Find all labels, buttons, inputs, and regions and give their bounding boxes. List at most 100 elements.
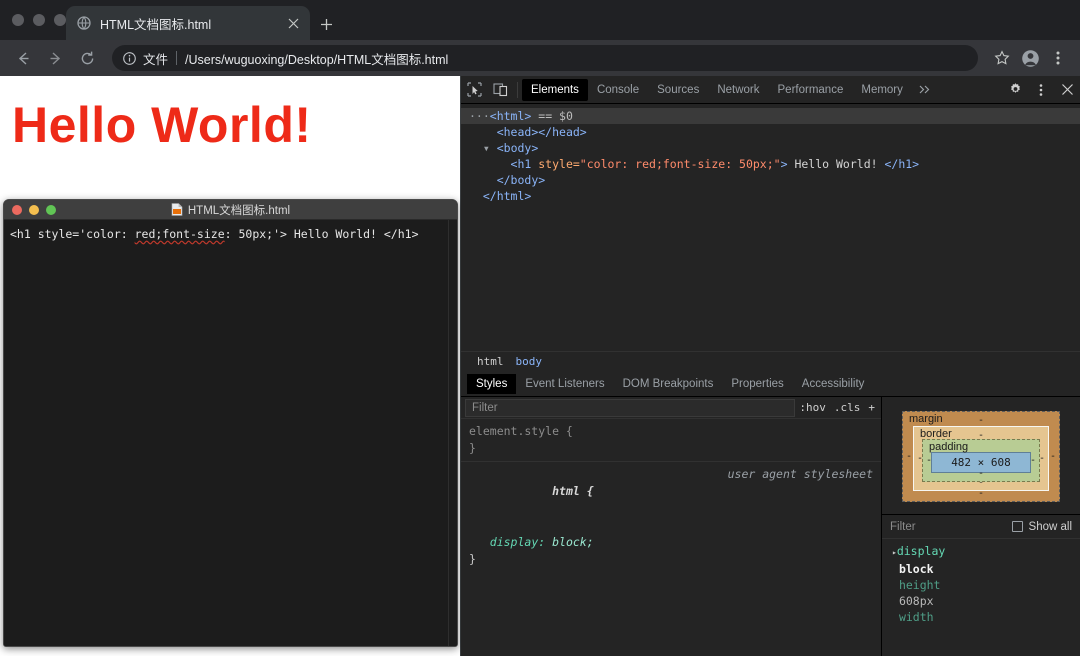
devtools-lower-split: Filter :hov .cls + element.style { } htm… — [461, 397, 1080, 656]
account-circle-icon[interactable] — [1018, 46, 1042, 70]
dom-tag: <h1 — [510, 157, 539, 171]
computed-properties-section: Filter Show all ▸display block height 60… — [882, 514, 1080, 625]
editor-close-button[interactable] — [12, 204, 22, 215]
device-toolbar-icon[interactable] — [487, 78, 513, 102]
margin-top-value[interactable]: - — [978, 416, 984, 426]
editor-code-area[interactable]: <h1 style='color: red;font-size: 50px;'>… — [4, 220, 457, 646]
close-icon[interactable] — [284, 14, 302, 32]
computed-property-value: 608px — [898, 594, 934, 608]
dom-node-body-open[interactable]: ▾ <body> — [461, 140, 1080, 156]
devtools-tab-memory[interactable]: Memory — [852, 79, 912, 101]
editor-scrollbar[interactable] — [448, 220, 457, 646]
hov-button[interactable]: :hov — [799, 401, 826, 414]
plus-icon[interactable] — [314, 12, 338, 36]
breadcrumb-item-html[interactable]: html — [477, 355, 504, 368]
star-icon[interactable] — [990, 46, 1014, 70]
info-circle-icon[interactable] — [122, 51, 137, 66]
inspect-cursor-icon[interactable] — [461, 78, 487, 102]
computed-properties-list[interactable]: ▸display block height 608px width — [882, 539, 1080, 625]
dom-node-html-open[interactable]: ···<html> == $0 — [461, 108, 1080, 124]
tab-properties[interactable]: Properties — [722, 374, 792, 394]
devtools-tab-elements[interactable]: Elements — [522, 78, 588, 101]
css-declaration[interactable]: display: block; — [461, 534, 881, 551]
browser-tab[interactable]: HTML文档图标.html — [66, 6, 310, 40]
devtools-tab-console[interactable]: Console — [588, 79, 648, 101]
padding-left-value[interactable]: - — [926, 455, 932, 466]
url-scheme-label: 文件 — [143, 52, 169, 67]
devtools-tab-performance[interactable]: Performance — [769, 79, 853, 101]
styles-filter-input[interactable]: Filter — [465, 398, 796, 417]
devtools-tab-network[interactable]: Network — [708, 79, 768, 101]
computed-property-row[interactable]: height — [882, 577, 1080, 593]
computed-property-value-row: block — [882, 561, 1080, 577]
padding-bottom-value[interactable]: - — [978, 469, 984, 479]
dom-node-html-close[interactable]: </html> — [461, 188, 1080, 204]
computed-property-row[interactable]: width — [882, 609, 1080, 625]
tab-event-listeners[interactable]: Event Listeners — [516, 374, 613, 394]
reload-icon[interactable] — [74, 45, 100, 71]
text-editor-window: HTML文档图标.html <h1 style='color: red;font… — [3, 199, 458, 647]
gear-icon[interactable] — [1002, 78, 1028, 102]
styles-filter-actions: :hov .cls + — [799, 401, 881, 414]
box-model-border[interactable]: border - - - - padding - - - 482 × 608 — [913, 426, 1049, 491]
html-document-icon — [171, 203, 183, 216]
margin-right-value[interactable]: - — [1050, 451, 1056, 462]
computed-property-name: display — [896, 544, 946, 558]
close-window-button[interactable] — [12, 14, 24, 26]
dom-tag-close-bracket: > — [780, 157, 788, 171]
computed-property-row[interactable]: ▸display — [882, 543, 1080, 561]
address-bar[interactable]: 文件 /Users/wuguoxing/Desktop/HTML文档图标.htm… — [112, 45, 978, 71]
window-traffic-lights[interactable] — [12, 14, 66, 26]
dom-node-head[interactable]: <head></head> — [461, 124, 1080, 140]
breadcrumb: html body — [461, 351, 1080, 371]
css-property[interactable]: display: — [490, 535, 545, 549]
css-rule-html[interactable]: html { user agent stylesheet display: bl… — [461, 462, 881, 572]
page-heading: Hello World! — [12, 97, 312, 153]
editor-maximize-button[interactable] — [46, 204, 56, 215]
padding-right-value[interactable]: - — [1030, 455, 1036, 466]
three-dots-vertical-icon[interactable] — [1028, 78, 1054, 102]
computed-filter-input[interactable]: Filter — [890, 521, 916, 533]
tab-accessibility[interactable]: Accessibility — [793, 374, 874, 394]
close-icon[interactable] — [1054, 78, 1080, 102]
show-all-toggle[interactable]: Show all — [1011, 521, 1072, 533]
dom-tag: </html> — [482, 189, 532, 203]
dom-node-body-close[interactable]: </body> — [461, 172, 1080, 188]
tab-title: HTML文档图标.html — [100, 17, 212, 32]
computed-property-name: width — [898, 610, 934, 624]
css-close-brace: } — [469, 552, 476, 566]
editor-traffic-lights[interactable] — [12, 204, 56, 215]
arrow-left-icon[interactable] — [10, 45, 36, 71]
cls-button[interactable]: .cls — [834, 401, 861, 414]
devtools-panel: Elements Console Sources Network Perform… — [461, 76, 1080, 656]
expander-icon[interactable]: ··· — [469, 109, 490, 123]
box-model-padding[interactable]: padding - - - 482 × 608 — [922, 439, 1040, 482]
expander-icon[interactable]: ▾ — [483, 141, 490, 155]
tab-label: Properties — [731, 377, 784, 390]
chevron-double-right-icon[interactable] — [912, 78, 938, 102]
dom-tree[interactable]: ···<html> == $0 <head></head> ▾ <body> <… — [461, 104, 1080, 351]
tab-dom-breakpoints[interactable]: DOM Breakpoints — [614, 374, 723, 394]
tab-strip: HTML文档图标.html — [0, 0, 1080, 40]
checkbox-icon[interactable] — [1011, 521, 1023, 532]
computed-property-name: height — [898, 578, 941, 592]
margin-left-value[interactable]: - — [906, 451, 912, 462]
three-dots-vertical-icon[interactable] — [1046, 46, 1070, 70]
selected-marker: == $0 — [538, 109, 573, 123]
computed-property-value-row: 608px — [882, 593, 1080, 609]
css-rule-element-style[interactable]: element.style { } — [461, 419, 881, 462]
add-rule-button[interactable]: + — [868, 401, 875, 414]
css-value[interactable]: block; — [545, 535, 594, 549]
tab-styles[interactable]: Styles — [467, 373, 517, 394]
devtools-tab-sources[interactable]: Sources — [648, 79, 708, 101]
box-model-margin[interactable]: margin - - - - border - - - - padding - … — [902, 411, 1060, 502]
breadcrumb-item-body[interactable]: body — [516, 355, 543, 368]
minimize-window-button[interactable] — [33, 14, 45, 26]
computed-pane: margin - - - - border - - - - padding - … — [882, 397, 1080, 656]
arrow-right-icon[interactable] — [42, 45, 68, 71]
maximize-window-button[interactable] — [54, 14, 66, 26]
styles-tab-bar: Styles Event Listeners DOM Breakpoints P… — [461, 371, 1080, 397]
dom-node-h1[interactable]: <h1 style="color: red;font-size: 50px;">… — [461, 156, 1080, 172]
editor-minimize-button[interactable] — [29, 204, 39, 215]
css-selector: element.style { — [469, 424, 573, 438]
